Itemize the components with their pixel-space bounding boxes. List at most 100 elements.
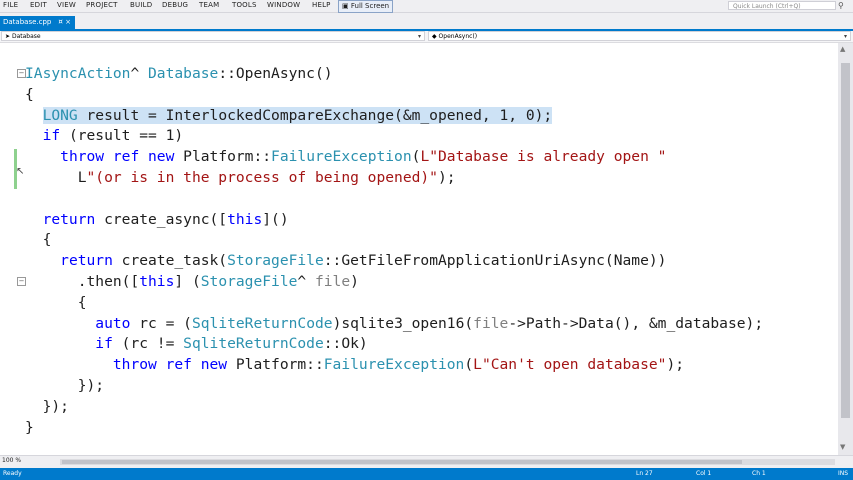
quick-launch-input[interactable]: Quick Launch (Ctrl+Q) [728, 1, 836, 10]
menu-window[interactable]: WINDOW [267, 1, 300, 9]
code-token: Platform:: [174, 148, 272, 166]
search-icon[interactable]: ⚲ [838, 1, 844, 10]
code-token: Database [148, 65, 219, 82]
code-token: if [42, 127, 61, 145]
code-token: ::GetFileFromApplicationUriAsync(Name)) [323, 252, 667, 270]
document-tab-strip: Database.cpp ¤ × [0, 13, 853, 31]
type-dropdown[interactable]: ➤ Database ▾ [1, 31, 425, 41]
code-line[interactable]: }); [25, 397, 69, 417]
class-icon: ➤ [5, 33, 11, 40]
mouse-cursor-icon: ↖ [16, 166, 25, 177]
code-token: ::OpenAsync() [218, 65, 333, 82]
menu-tools[interactable]: TOOLS [232, 1, 257, 9]
full-screen-icon: ▣ [342, 2, 349, 10]
code-token: create_async([ [95, 210, 228, 228]
status-column: Col 1 [696, 470, 712, 477]
menu-build[interactable]: BUILD [130, 1, 152, 9]
menu-team[interactable]: TEAM [199, 1, 219, 9]
code-line[interactable]: { [25, 293, 87, 313]
code-line[interactable]: throw ref new Platform::FailureException… [25, 355, 684, 375]
code-token: ^ [130, 65, 149, 82]
code-line[interactable]: return create_task(StorageFile::GetFileF… [25, 251, 666, 271]
indicator-margin[interactable] [0, 43, 14, 455]
horizontal-scroll-thumb[interactable] [62, 460, 742, 464]
code-token: throw ref new [112, 356, 228, 374]
code-token: ->Path->Data(), &m_database); [508, 314, 764, 332]
full-screen-button[interactable]: ▣ Full Screen [338, 0, 394, 13]
vertical-scrollbar[interactable]: ▲ ▼ [838, 43, 853, 455]
status-char: Ch 1 [752, 470, 766, 477]
chevron-down-icon: ▾ [843, 33, 847, 40]
code-token: ); [437, 169, 456, 186]
code-token: throw ref new [60, 148, 175, 166]
code-line[interactable]: .then([this] (StorageFile^ file) [25, 272, 359, 292]
code-editor[interactable]: − − ↖ IAsyncAction^ Database::OpenAsync(… [0, 43, 838, 455]
menu-help[interactable]: HELP [312, 1, 331, 9]
status-ready: Ready [3, 470, 22, 477]
scroll-down-arrow-icon[interactable]: ▼ [840, 443, 845, 451]
code-line[interactable]: IAsyncAction^ Database::OpenAsync() [25, 64, 333, 84]
member-dropdown[interactable]: ◆ OpenAsync() ▾ [428, 31, 851, 41]
code-token: }); [25, 397, 69, 415]
code-token: { [25, 85, 34, 103]
code-token: { [25, 231, 52, 249]
scroll-up-arrow-icon[interactable]: ▲ [840, 45, 845, 53]
status-insert-mode: INS [838, 470, 849, 477]
code-token: create_task( [112, 252, 228, 270]
status-line: Ln 27 [636, 470, 653, 477]
code-line[interactable]: { [25, 230, 52, 250]
tab-database-cpp[interactable]: Database.cpp ¤ × [0, 16, 75, 29]
code-line[interactable]: auto rc = (SqliteReturnCode)sqlite3_open… [25, 314, 763, 334]
code-token: { [25, 293, 87, 311]
code-token: StorageFile [200, 273, 298, 290]
code-line[interactable]: if (result == 1) [25, 126, 184, 146]
code-token: if [95, 335, 113, 353]
code-token: ); [666, 356, 685, 374]
method-icon: ◆ [432, 33, 437, 40]
tab-label: Database.cpp [3, 18, 52, 26]
menu-project[interactable]: PROJECT [86, 1, 118, 9]
code-line[interactable]: { [25, 85, 34, 105]
code-token: this [227, 210, 263, 228]
code-token: .then([ [25, 273, 140, 290]
chevron-down-icon: ▾ [417, 33, 421, 40]
member-dropdown-value: OpenAsync() [438, 33, 478, 40]
menu-file[interactable]: FILE [3, 1, 18, 9]
menu-edit[interactable]: EDIT [30, 1, 47, 9]
code-line[interactable]: L"(or is in the process of being opened)… [25, 168, 456, 188]
editor-bottom-bar: 100 % [0, 455, 853, 468]
code-token: LONG [42, 106, 78, 124]
code-token: result = InterlockedCompareExchange(&m_o… [77, 106, 553, 124]
code-token: SqliteReturnCode [183, 335, 324, 353]
vertical-scroll-thumb[interactable] [841, 63, 850, 418]
code-token: FailureException [271, 148, 412, 166]
menu-debug[interactable]: DEBUG [162, 1, 188, 9]
zoom-level[interactable]: 100 % [2, 457, 21, 464]
code-line[interactable]: }); [25, 376, 104, 396]
code-token: Platform:: [227, 356, 324, 374]
code-token: }); [25, 377, 105, 394]
code-token: ]() [262, 210, 289, 228]
code-line[interactable]: if (rc != SqliteReturnCode::Ok) [25, 334, 368, 354]
code-token: ::Ok) [323, 335, 368, 353]
code-line[interactable]: LONG result = InterlockedCompareExchange… [25, 106, 553, 126]
code-token: FailureException [323, 356, 465, 374]
code-token: L [25, 169, 87, 186]
menu-view[interactable]: VIEW [57, 1, 76, 9]
code-line[interactable]: throw ref new Platform::FailureException… [25, 147, 666, 167]
code-line[interactable]: } [25, 418, 34, 438]
selection-highlight: LONG result = InterlockedCompareExchange… [42, 106, 553, 124]
close-icon[interactable]: × [65, 18, 71, 26]
code-line[interactable]: return create_async([this]() [25, 210, 289, 230]
code-token: StorageFile [227, 252, 324, 270]
code-token: ^ [297, 273, 315, 290]
code-token: this [139, 273, 175, 290]
type-dropdown-value: Database [11, 33, 41, 40]
horizontal-scrollbar[interactable] [60, 459, 835, 465]
pin-icon[interactable]: ¤ [58, 18, 62, 26]
